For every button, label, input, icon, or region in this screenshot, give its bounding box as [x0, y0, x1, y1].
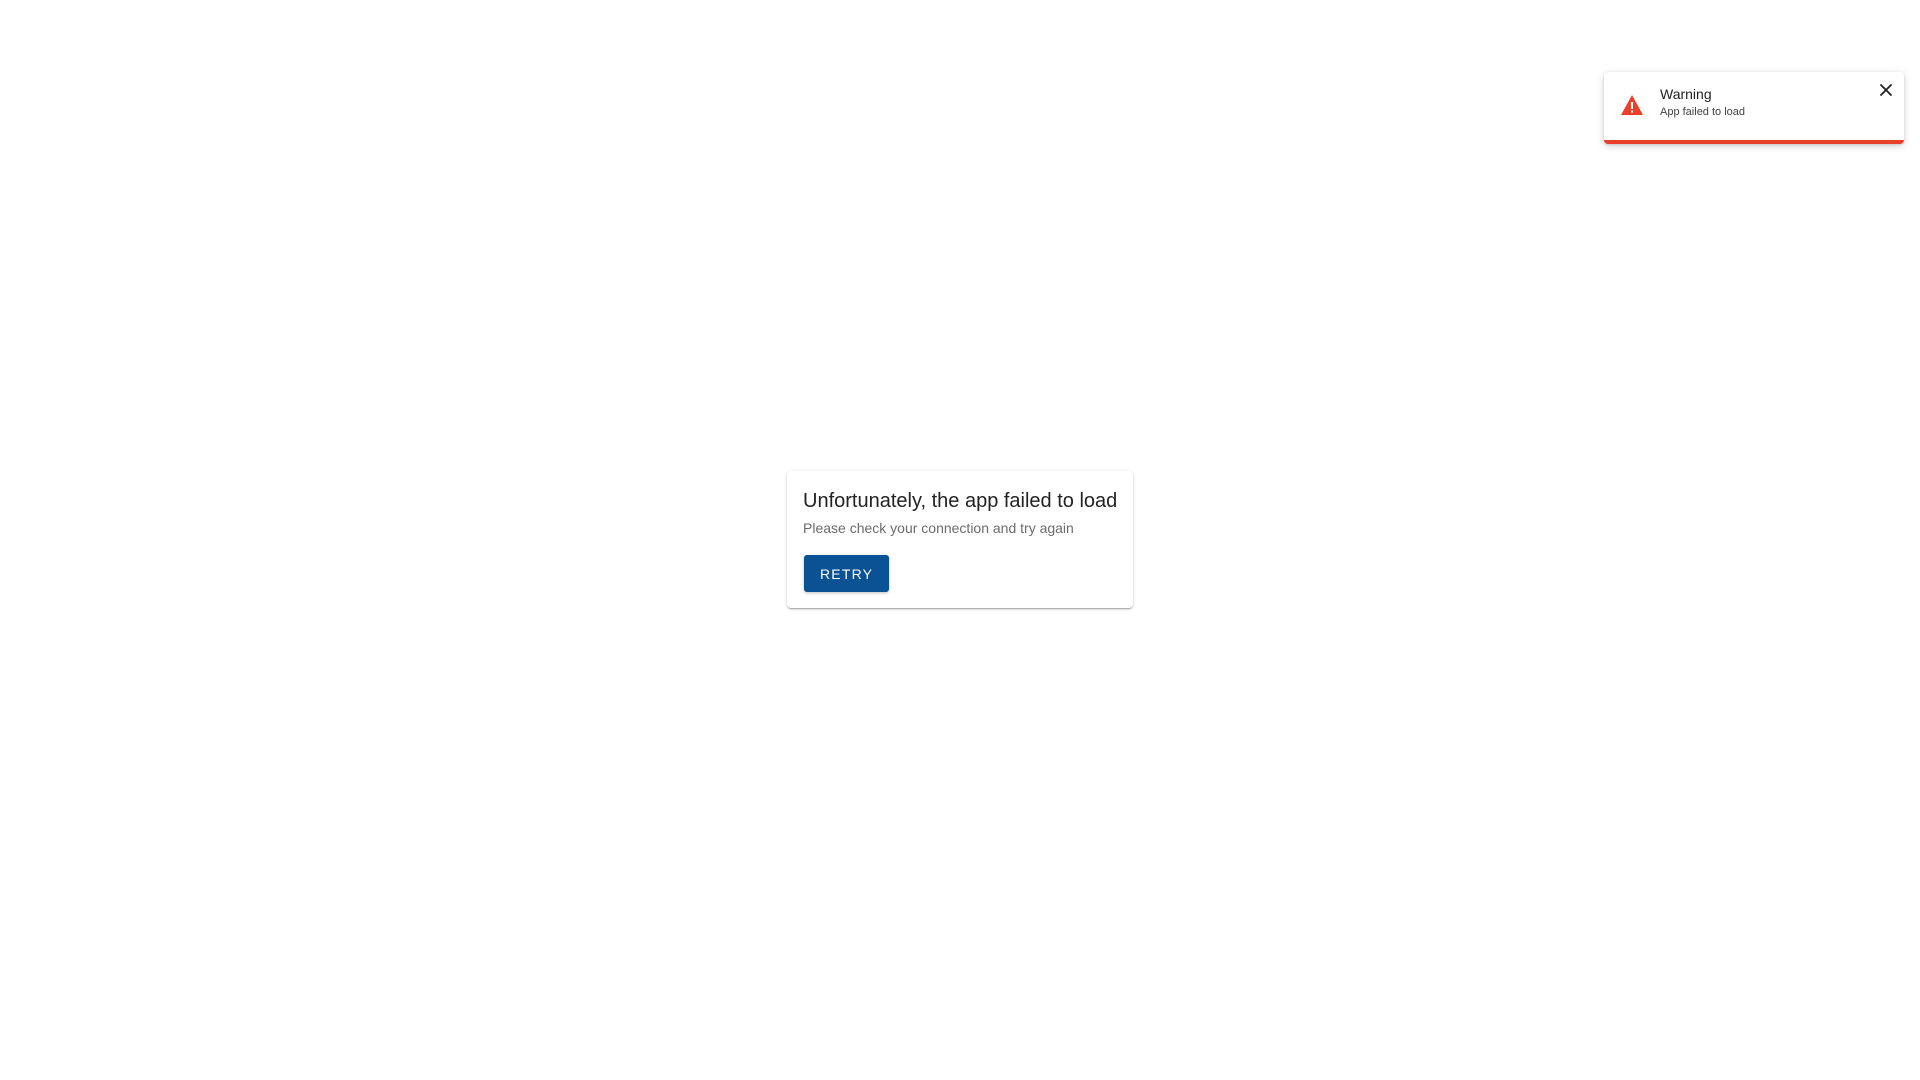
error-title: Unfortunately, the app failed to load — [803, 490, 1118, 512]
warning-triangle-icon — [1620, 94, 1644, 116]
warning-toast: Warning App failed to load — [1604, 72, 1904, 144]
toast-text: Warning App failed to load — [1660, 86, 1745, 119]
toast-message: App failed to load — [1660, 106, 1746, 118]
retry-button[interactable]: RETRY — [804, 555, 890, 592]
error-card: Unfortunately, the app failed to load Pl… — [787, 471, 1133, 608]
toast-title: Warning — [1660, 86, 1712, 102]
error-subtitle: Please check your connection and try aga… — [803, 520, 1074, 536]
close-icon[interactable] — [1876, 80, 1896, 100]
toast-progress-bar — [1604, 140, 1904, 144]
